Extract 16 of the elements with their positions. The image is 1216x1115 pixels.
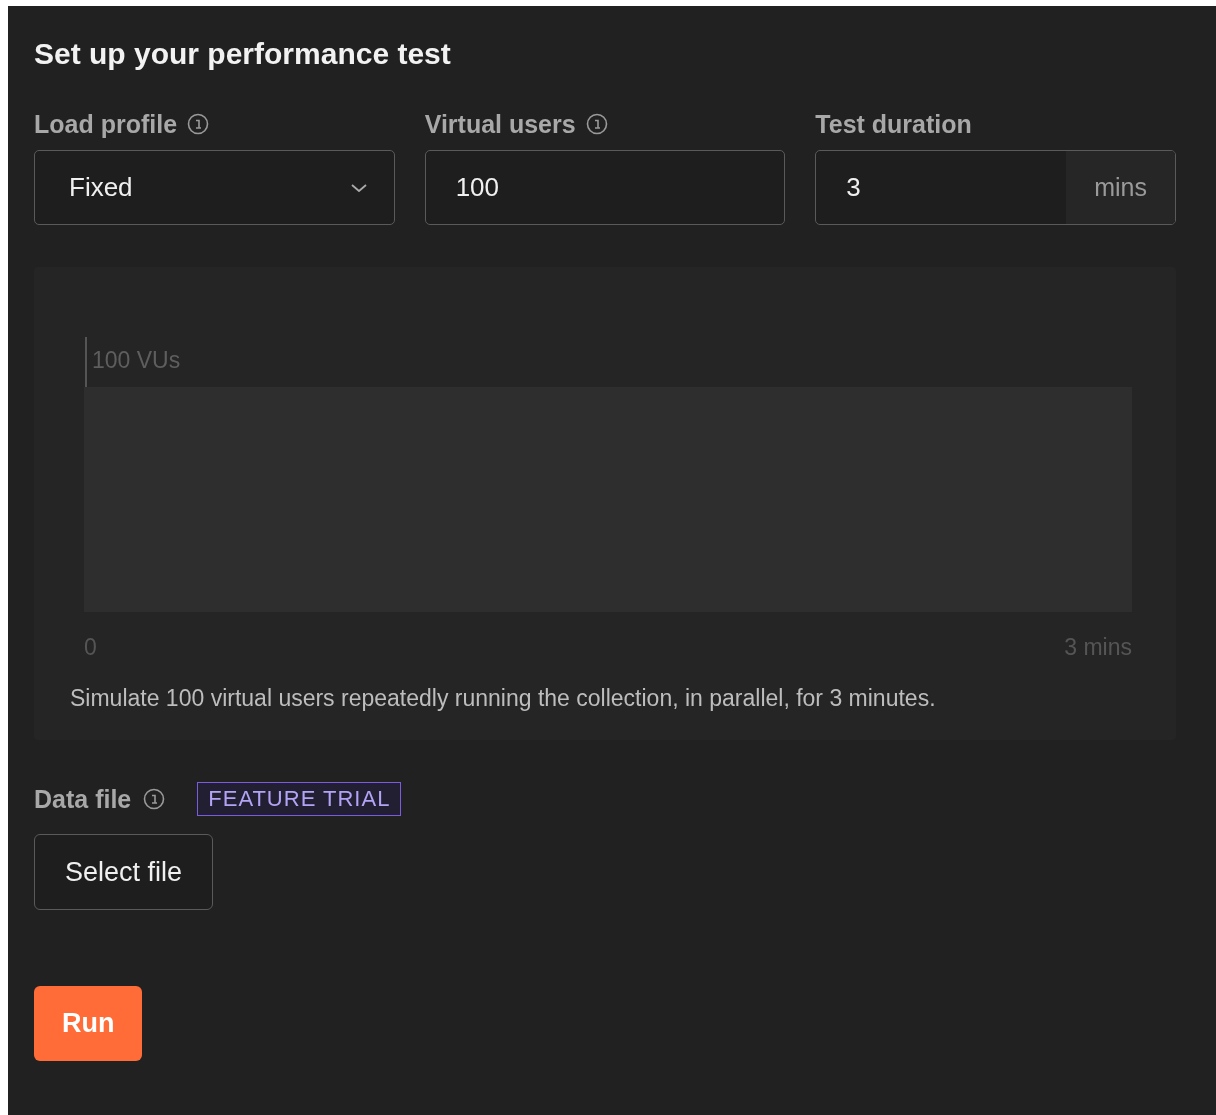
page-title: Set up your performance test [34, 36, 452, 72]
feature-trial-badge: FEATURE TRIAL [197, 782, 402, 816]
duration-field[interactable]: 3 mins [815, 150, 1176, 225]
field-label: Test duration [815, 109, 972, 139]
info-icon[interactable] [187, 113, 210, 135]
graph-caption: Simulate 100 virtual users repeatedly running the collection, in parallel, for 3 minutes. [70, 685, 937, 712]
chevron-down-icon [349, 182, 368, 193]
virtual-users-field[interactable]: 100 [424, 150, 786, 225]
field-label: Virtual users [424, 109, 576, 139]
select-file-button[interactable]: Select file [34, 834, 214, 910]
info-icon[interactable] [143, 788, 166, 810]
load-profile-dropdown[interactable]: Fixed [34, 150, 395, 225]
axis-label: 100 VUs [92, 347, 181, 374]
info-icon[interactable] [585, 113, 608, 135]
field-label: Data file [34, 784, 132, 814]
field-label: Load profile [34, 109, 178, 139]
